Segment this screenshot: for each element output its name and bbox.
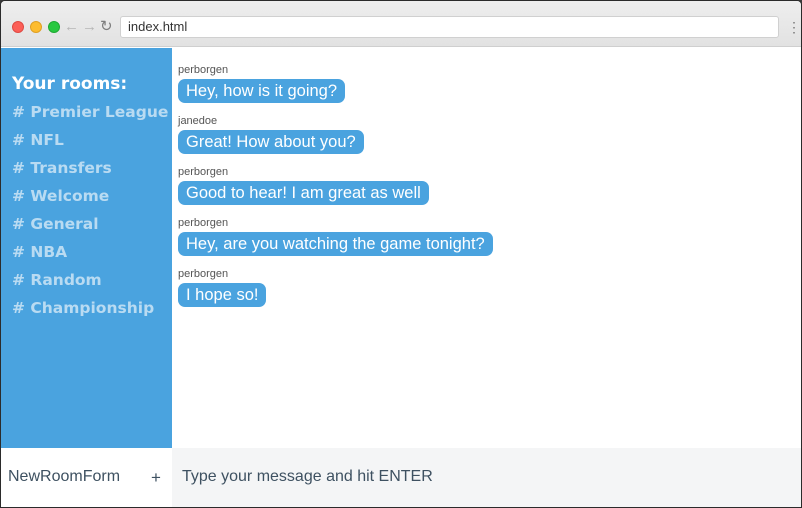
room-item[interactable]: # Welcome	[12, 185, 172, 213]
rooms-sidebar: Your rooms: # Premier League # NFL # Tra…	[1, 48, 172, 448]
browser-window: ← → ↻ index.html ⋮ Your rooms: # Premier…	[0, 0, 802, 508]
message: janedoe Great! How about you?	[178, 114, 801, 165]
message-input[interactable]: Type your message and hit ENTER	[182, 468, 433, 486]
new-room-input[interactable]: NewRoomForm	[8, 468, 120, 486]
message: perborgen Hey, are you watching the game…	[178, 216, 801, 267]
room-item[interactable]: # NBA	[12, 241, 172, 269]
maximize-window-button[interactable]	[48, 21, 60, 33]
arrow-left-icon[interactable]: ←	[64, 18, 79, 36]
message-username: perborgen	[178, 268, 229, 280]
message: perborgen Hey, how is it going?	[178, 63, 801, 114]
message: perborgen I hope so!	[178, 267, 801, 318]
new-room-form: NewRoomForm +	[1, 448, 172, 507]
message-list: perborgen Hey, how is it going? janedoe …	[172, 48, 801, 448]
room-item[interactable]: # NFL	[12, 129, 172, 157]
rooms-title: Your rooms:	[12, 74, 128, 94]
message-text: Good to hear! I am great as well	[178, 181, 429, 205]
message-username: perborgen	[178, 217, 229, 229]
message-username: perborgen	[178, 64, 229, 76]
minimize-window-button[interactable]	[30, 21, 42, 33]
message-text: Great! How about you?	[178, 130, 364, 154]
arrow-right-icon[interactable]: →	[82, 18, 97, 36]
message-text: Hey, are you watching the game tonight?	[178, 232, 493, 256]
message-text: I hope so!	[178, 283, 267, 307]
message-username: perborgen	[178, 166, 229, 178]
message: perborgen Good to hear! I am great as we…	[178, 165, 801, 216]
room-item[interactable]: # Random	[12, 269, 172, 297]
room-item[interactable]: # Championship	[12, 297, 172, 325]
address-bar[interactable]: index.html	[120, 16, 779, 38]
room-item[interactable]: # Transfers	[12, 157, 172, 185]
room-item[interactable]: # General	[12, 213, 172, 241]
message-text: Hey, how is it going?	[178, 79, 346, 103]
create-room-button[interactable]: +	[151, 468, 161, 488]
room-item[interactable]: # Premier League	[12, 101, 172, 129]
message-username: janedoe	[178, 115, 218, 127]
reload-icon[interactable]: ↻	[100, 18, 113, 36]
browser-toolbar: ← → ↻ index.html ⋮	[1, 1, 801, 47]
kebab-menu-icon[interactable]: ⋮	[787, 18, 801, 36]
send-message-form: Type your message and hit ENTER	[172, 448, 801, 507]
close-window-button[interactable]	[12, 21, 24, 33]
